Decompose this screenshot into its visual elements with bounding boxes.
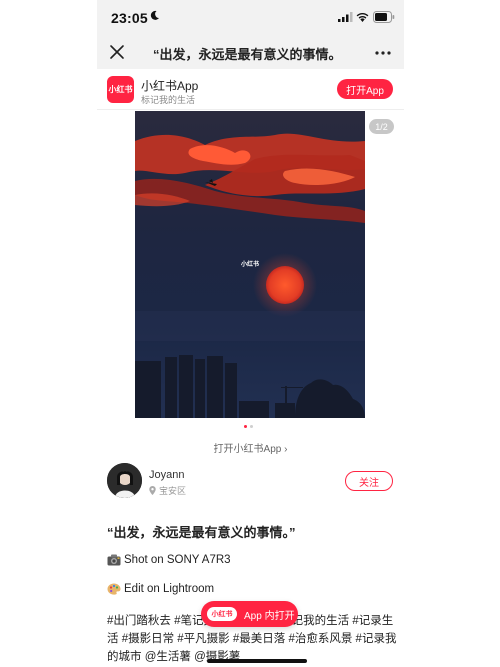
app-name: 小红书App bbox=[141, 79, 199, 93]
edit-line: Edit on Lightroom bbox=[107, 583, 214, 595]
author-name[interactable]: Joyann bbox=[149, 469, 184, 481]
follow-button[interactable]: 关注 bbox=[345, 471, 393, 491]
status-bar: 23:05 bbox=[97, 0, 404, 36]
avatar-image bbox=[107, 463, 142, 498]
carousel-dot[interactable] bbox=[250, 425, 253, 428]
carousel-dots bbox=[244, 425, 258, 429]
phone-screen: 23:05 “出发，永远是最有意义的事情。 小红书 小红书App 标记我的生活 … bbox=[97, 0, 404, 667]
avatar[interactable] bbox=[107, 463, 142, 498]
open-in-app-link[interactable]: 打开小红书App › bbox=[97, 440, 404, 455]
post-photo[interactable]: 小红书 bbox=[135, 111, 365, 418]
signal-icon bbox=[338, 12, 353, 22]
moon-icon bbox=[150, 10, 159, 20]
battery-icon bbox=[373, 11, 395, 23]
location-icon bbox=[149, 486, 156, 495]
page-title: “出发，永远是最有意义的事情。 bbox=[153, 47, 342, 62]
camera-icon bbox=[107, 554, 121, 566]
shot-line: Shot on SONY A7R3 bbox=[107, 554, 231, 566]
author-location: 宝安区 bbox=[149, 484, 186, 497]
author-location-text: 宝安区 bbox=[159, 486, 187, 496]
app-logo: 小红书 bbox=[107, 76, 134, 103]
more-icon[interactable] bbox=[375, 51, 391, 55]
float-app-logo: 小红书 bbox=[207, 607, 237, 621]
nav-bar: “出发，永远是最有意义的事情。 bbox=[97, 36, 404, 69]
float-button-label: App 内打开 bbox=[244, 610, 295, 622]
open-app-button[interactable]: 打开App bbox=[337, 79, 393, 99]
open-in-app-floating-button[interactable]: 小红书 App 内打开 bbox=[201, 601, 298, 627]
palette-icon bbox=[107, 583, 121, 595]
shot-line-text: Shot on SONY A7R3 bbox=[124, 554, 231, 566]
sunset-image: 小红书 bbox=[135, 111, 365, 418]
home-indicator bbox=[207, 659, 307, 663]
status-time: 23:05 bbox=[111, 10, 148, 26]
image-watermark: 小红书 bbox=[240, 260, 259, 268]
carousel-dot-active[interactable] bbox=[244, 425, 247, 428]
app-tagline: 标记我的生活 bbox=[141, 95, 196, 105]
app-banner: 小红书 小红书App 标记我的生活 打开App bbox=[97, 69, 404, 110]
edit-line-text: Edit on Lightroom bbox=[124, 583, 215, 595]
post-title: “出发，永远是最有意义的事情。” bbox=[107, 525, 296, 540]
wifi-icon bbox=[356, 12, 369, 22]
image-page-counter: 1/2 bbox=[369, 119, 394, 134]
close-icon[interactable] bbox=[109, 44, 125, 60]
